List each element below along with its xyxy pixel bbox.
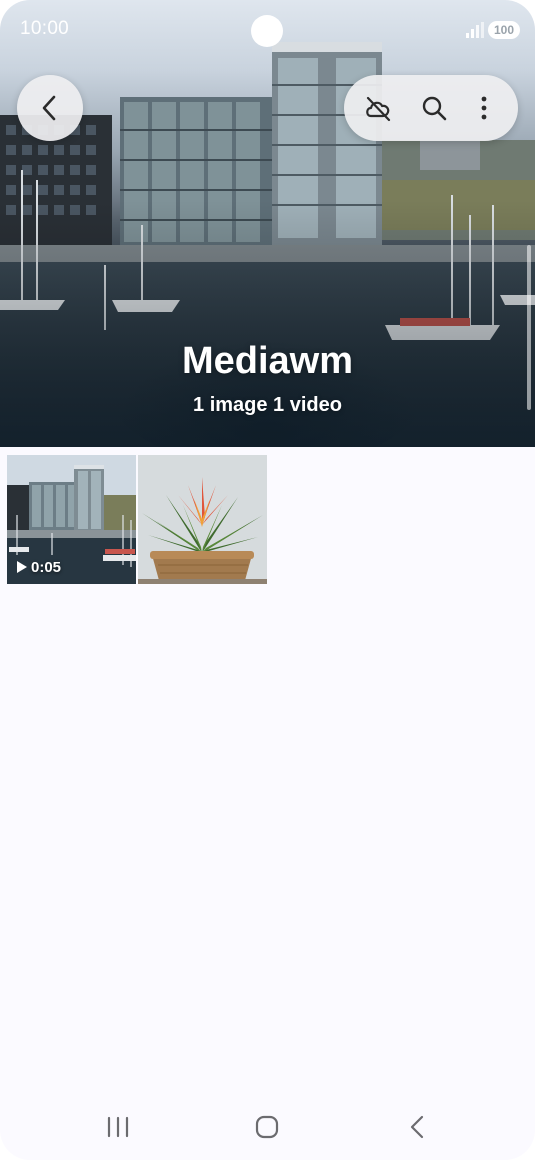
video-duration: 0:05 [31, 559, 62, 576]
cloud-sync-button[interactable] [352, 75, 404, 141]
gallery-album-screen: 10:00 100 Mediawm 1 image 1 video 0:05 [0, 0, 535, 1160]
battery-icon: 100 [488, 21, 520, 39]
back-icon [410, 1115, 424, 1139]
status-time: 10:00 [20, 18, 70, 39]
status-bar: 10:00 100 [0, 0, 535, 60]
search-icon [422, 96, 447, 121]
recents-icon [107, 1116, 129, 1138]
battery-level: 100 [493, 23, 515, 37]
nav-back-button[interactable] [402, 1111, 434, 1143]
play-icon [17, 561, 27, 573]
header-actions [344, 75, 518, 141]
album-item-count: 1 image 1 video [193, 394, 342, 416]
search-button[interactable] [408, 75, 460, 141]
recents-button[interactable] [102, 1111, 134, 1143]
chevron-left-icon [42, 95, 56, 121]
grid-item-video[interactable]: 0:05 [7, 455, 136, 584]
more-options-button[interactable] [458, 75, 510, 141]
system-nav-bar [0, 1095, 535, 1157]
home-icon [255, 1115, 279, 1139]
signal-icon [466, 22, 484, 38]
more-vert-icon [481, 96, 487, 120]
album-title: Mediawm [181, 340, 354, 382]
image-thumbnail [138, 455, 267, 584]
album-cover: 10:00 100 Mediawm 1 image 1 video [0, 0, 535, 447]
video-duration-badge: 0:05 [17, 559, 61, 576]
cloud-off-icon [366, 96, 391, 122]
grid-item-image[interactable] [138, 455, 267, 584]
home-button[interactable] [251, 1111, 283, 1143]
back-button[interactable] [17, 75, 83, 141]
front-camera [251, 15, 283, 47]
scrollbar[interactable] [527, 245, 531, 410]
